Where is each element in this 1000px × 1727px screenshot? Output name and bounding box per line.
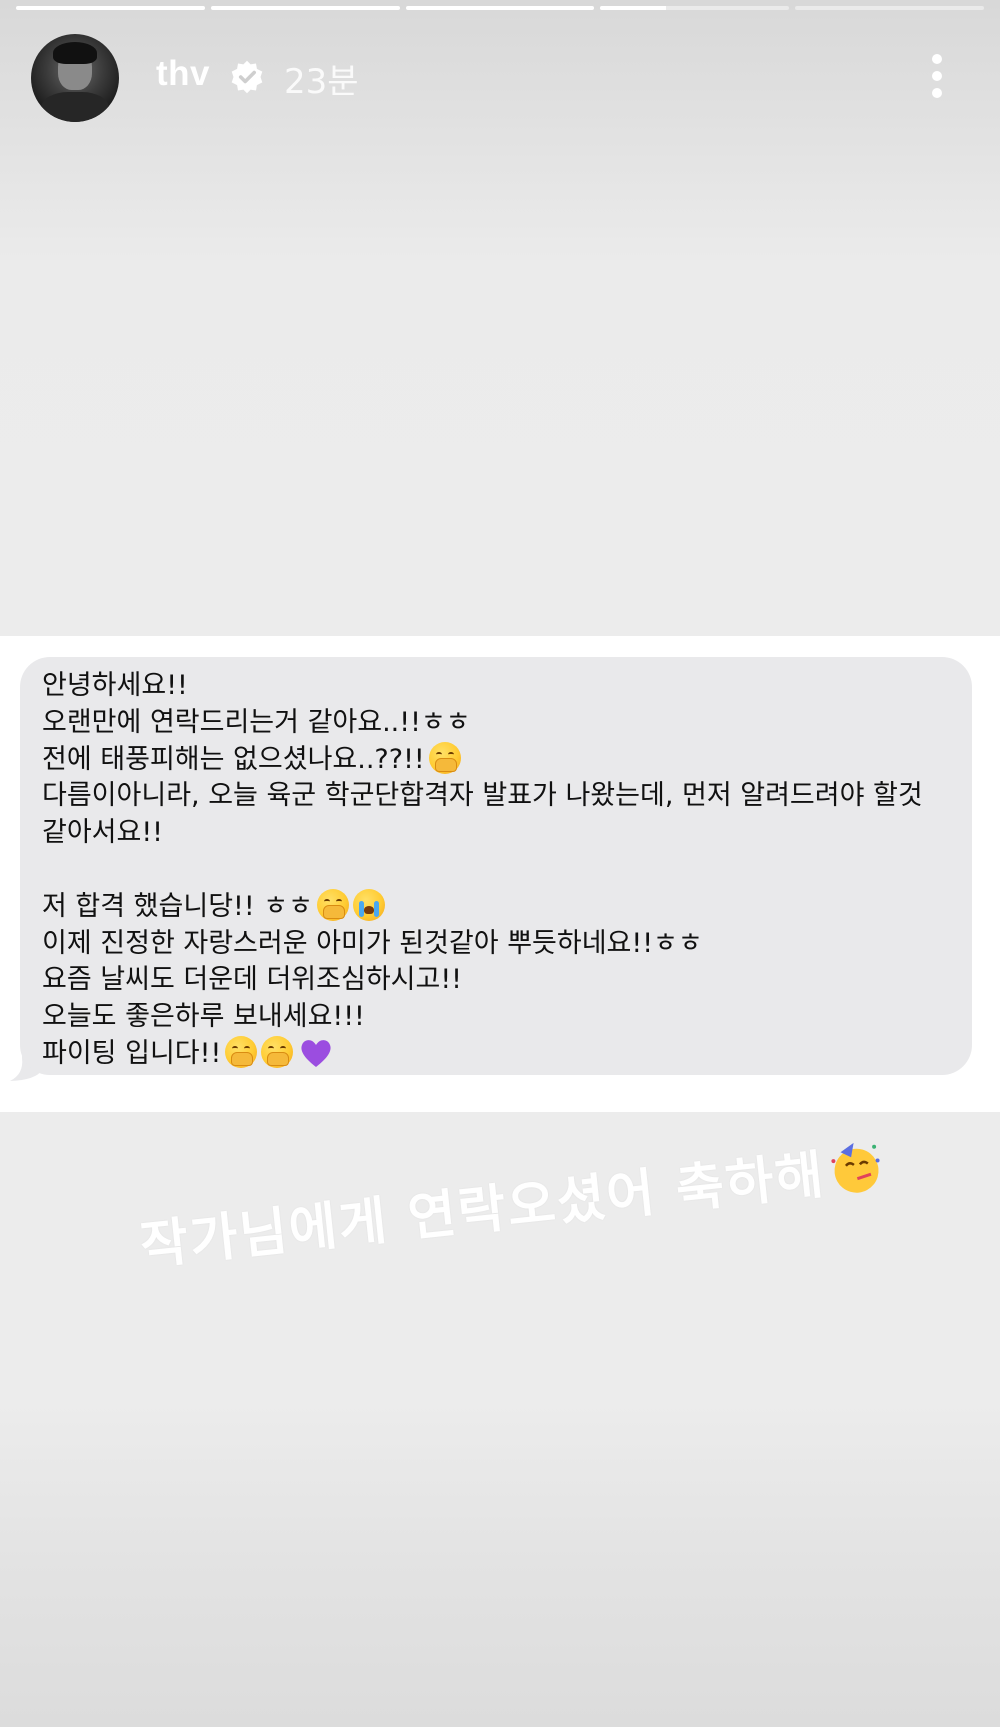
face-with-hand-over-mouth-icon <box>225 1035 258 1068</box>
message-line: 전에 태풍피해는 없으셨나요..??!! <box>42 741 952 779</box>
message-line: 요즘 날씨도 더운데 더위조심하시고!! <box>42 964 462 996</box>
message-screenshot: 안녕하세요!! 오랜만에 연락드리는거 같아요..!!ㅎㅎ 전에 태풍피해는 없… <box>0 636 1000 1112</box>
partying-face-icon <box>831 1142 880 1193</box>
purple-heart-icon <box>301 1040 331 1067</box>
message-line: 오늘도 좋은하루 보내세요!!! <box>42 1001 365 1033</box>
loudly-crying-face-icon <box>352 888 385 921</box>
message-line: 파이팅 입니다!! <box>42 1035 952 1073</box>
face-with-hand-over-mouth-icon <box>316 888 349 921</box>
message-bubble: 안녕하세요!! 오랜만에 연락드리는거 같아요..!!ㅎㅎ 전에 태풍피해는 없… <box>20 657 972 1075</box>
story-header: thv 23분 <box>31 34 980 124</box>
face-with-hand-over-mouth-icon <box>261 1035 294 1068</box>
story-progress-bar <box>16 6 984 10</box>
message-line: 이제 진정한 자랑스러운 아미가 된것같아 뿌듯하네요!!ㅎㅎ <box>42 927 703 959</box>
progress-segment-current <box>600 6 790 10</box>
message-line: 안녕하세요!! <box>42 670 188 701</box>
message-line: 오랜만에 연락드리는거 같아요..!!ㅎㅎ <box>42 706 471 738</box>
username[interactable]: thv <box>156 54 210 94</box>
post-time: 23분 <box>284 62 359 102</box>
message-line-blank <box>42 852 952 889</box>
face-with-hand-over-mouth-icon <box>428 741 461 774</box>
more-options-icon[interactable] <box>930 54 944 100</box>
verified-badge-icon <box>231 60 263 94</box>
story-caption: 작가님에게 연락오셨어 축하해 <box>136 1125 900 1279</box>
message-line: 다름이아니라, 오늘 육군 학군단합격자 발표가 나왔는데, 먼저 알려드려야 … <box>42 780 923 812</box>
message-line: 같아서요!! <box>42 817 164 849</box>
progress-segment <box>405 6 595 10</box>
progress-segment <box>795 6 984 10</box>
message-line: 저 합격 했습니당!! ㅎㅎ <box>42 888 952 926</box>
progress-segment <box>210 6 400 10</box>
progress-segment <box>16 6 205 10</box>
avatar[interactable] <box>31 34 119 122</box>
